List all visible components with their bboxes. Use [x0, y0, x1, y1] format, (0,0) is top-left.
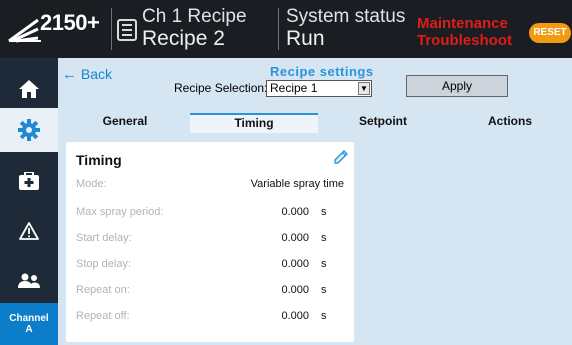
repeat-on-unit: s: [321, 284, 327, 296]
mode-label: Mode:: [76, 178, 107, 190]
recipe-icon[interactable]: [117, 19, 137, 41]
troubleshoot-alert[interactable]: Troubleshoot: [417, 32, 512, 49]
sidebar: Channel A: [0, 58, 58, 345]
repeat-off-unit: s: [321, 310, 327, 322]
current-recipe-name: Recipe 2: [142, 27, 225, 50]
channel-selector[interactable]: Channel A: [0, 303, 58, 345]
back-label: Back: [80, 66, 113, 82]
repeat-on-label: Repeat on:: [76, 284, 130, 296]
main-content: ← Back Recipe settings Recipe Selection:…: [58, 58, 572, 345]
sidebar-item-alarms[interactable]: [0, 208, 58, 254]
mode-value: Variable spray time: [250, 178, 344, 190]
system-status-label: System status: [286, 6, 406, 27]
app-frame: 2150+ Ch 1 Recipe Recipe 2 System status…: [0, 0, 572, 345]
chevron-down-icon: ▼: [358, 82, 370, 95]
top-bar: 2150+ Ch 1 Recipe Recipe 2 System status…: [0, 0, 572, 58]
maintenance-alert[interactable]: Maintenance: [417, 15, 508, 32]
tab-bar: General Timing Setpoint Actions: [58, 113, 572, 133]
tab-setpoint[interactable]: Setpoint: [320, 113, 446, 133]
arrow-left-icon: ←: [62, 66, 77, 83]
users-icon: [18, 273, 40, 288]
channel-value: A: [25, 324, 33, 335]
start-delay-label: Start delay:: [76, 232, 132, 244]
recipe-selection-label: Recipe Selection:: [174, 81, 268, 95]
divider: [111, 8, 112, 50]
sidebar-item-users[interactable]: [0, 258, 58, 304]
home-icon: [19, 80, 39, 98]
warning-icon: [19, 222, 39, 240]
card-title: Timing: [76, 152, 122, 168]
repeat-off-label: Repeat off:: [76, 310, 130, 322]
reset-button[interactable]: RESET: [529, 23, 571, 43]
max-spray-period-label: Max spray period:: [76, 206, 164, 218]
channel-label: Channel: [9, 313, 49, 324]
sidebar-item-settings[interactable]: [0, 108, 58, 152]
tab-general[interactable]: General: [62, 113, 188, 133]
start-delay-value: 0.000: [281, 232, 309, 244]
edit-pencil-icon[interactable]: [332, 148, 350, 166]
system-status-value: Run: [286, 27, 325, 50]
apply-button[interactable]: Apply: [406, 75, 508, 97]
recipe-selection-dropdown[interactable]: Recipe 1 ▼: [266, 80, 372, 97]
timing-card: Timing Mode: Variable spray time Max spr…: [66, 142, 354, 342]
divider: [278, 8, 279, 50]
back-link[interactable]: ← Back: [62, 66, 112, 83]
repeat-off-value: 0.000: [281, 310, 309, 322]
repeat-on-value: 0.000: [281, 284, 309, 296]
brand-mark-icon: [8, 18, 41, 43]
start-delay-unit: s: [321, 232, 327, 244]
sidebar-item-maintenance[interactable]: [0, 158, 58, 204]
max-spray-period-unit: s: [321, 206, 327, 218]
recipe-selection-value: Recipe 1: [270, 81, 318, 95]
device-model: 2150+: [40, 10, 100, 35]
tab-timing[interactable]: Timing: [190, 113, 318, 133]
channel-recipe-label: Ch 1 Recipe: [142, 6, 247, 27]
max-spray-period-value: 0.000: [281, 206, 309, 218]
gear-icon: [18, 119, 40, 141]
sidebar-item-home[interactable]: [0, 64, 58, 114]
stop-delay-value: 0.000: [281, 258, 309, 270]
stop-delay-unit: s: [321, 258, 327, 270]
stop-delay-label: Stop delay:: [76, 258, 132, 270]
tab-actions[interactable]: Actions: [448, 113, 572, 133]
page-title: Recipe settings: [270, 64, 374, 79]
first-aid-kit-icon: [19, 172, 39, 190]
